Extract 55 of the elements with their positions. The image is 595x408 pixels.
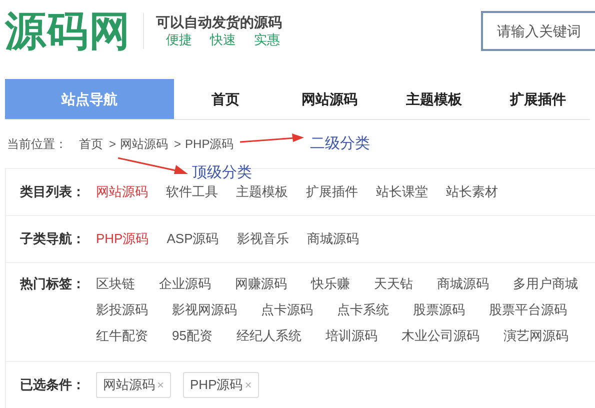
breadcrumb-link[interactable]: PHP源码	[185, 135, 234, 153]
tag-link[interactable]: 点卡系统	[337, 297, 389, 323]
filter-label: 子类导航：	[20, 230, 86, 248]
tag-link[interactable]: 木业公司源码	[401, 323, 480, 349]
tag-link[interactable]: 演艺网源码	[503, 323, 568, 349]
chip-text: PHP源码	[190, 376, 243, 394]
tag-link[interactable]: 点卡源码	[261, 297, 313, 323]
feature-text: 实惠	[254, 31, 280, 49]
tag-link[interactable]: 企业源码	[159, 271, 211, 297]
arrow	[116, 156, 188, 176]
tag-link[interactable]: 区块链	[96, 271, 135, 297]
tag-link[interactable]: 商城源码	[437, 271, 489, 297]
chip-text: 网站源码	[103, 376, 155, 394]
tag-link[interactable]: 培训源码	[325, 323, 378, 349]
breadcrumb-link[interactable]: 网站源码	[120, 135, 168, 153]
filter-link[interactable]: PHP源码	[96, 229, 149, 249]
search-field[interactable]: 请输入关键词	[481, 11, 595, 51]
tag-link[interactable]: 网赚源码	[235, 271, 287, 297]
tag-link[interactable]: 95配资	[172, 323, 212, 349]
tag-link[interactable]: 天天钻	[374, 271, 413, 297]
tag-link[interactable]: 股票平台源码	[489, 297, 567, 323]
separator-text: >	[174, 136, 182, 153]
filter-label: 热门标签：	[20, 275, 86, 293]
tag-link[interactable]: 股票源码	[413, 297, 465, 323]
slogan: 可以自动发货的源码	[156, 13, 282, 31]
annotation-label: 二级分类	[310, 134, 370, 154]
tag-link[interactable]: 多用户商城	[513, 271, 578, 297]
nav-tab[interactable]: 首页	[174, 79, 278, 119]
breadcrumb-link[interactable]: 首页	[79, 135, 103, 153]
filter-link[interactable]: 软件工具	[166, 182, 218, 202]
filter-link[interactable]: ASP源码	[166, 229, 219, 249]
logo[interactable]: 源码网	[5, 10, 131, 52]
filter-link[interactable]: 主题模板	[236, 182, 288, 202]
nav-tab[interactable]: 网站源码	[278, 79, 382, 119]
filter-link[interactable]: 网站源码	[96, 182, 148, 202]
filter-label: 已选条件：	[20, 376, 86, 394]
tag-link[interactable]: 经纪人系统	[236, 323, 302, 349]
separator-text: >	[109, 136, 116, 153]
nav-tab[interactable]: 主题模板	[382, 79, 486, 119]
tag-link[interactable]: 红牛配资	[96, 323, 148, 349]
nav-tab[interactable]: 扩展插件	[486, 79, 590, 119]
breadcrumb-label: 当前位置：	[7, 136, 67, 153]
feature-text: 便捷	[166, 31, 192, 49]
filter-link[interactable]: 站长素材	[446, 182, 498, 202]
filter-link[interactable]: 影视音乐	[236, 229, 289, 249]
annotation-label: 顶级分类	[192, 164, 252, 182]
tag-link[interactable]: 影视网源码	[172, 297, 237, 323]
filter-link[interactable]: 扩展插件	[306, 182, 358, 202]
filter-label: 类目列表：	[20, 183, 86, 202]
tag-link[interactable]: 快乐赚	[311, 271, 350, 297]
arrow	[238, 133, 304, 145]
filter-link[interactable]: 商城源码	[306, 229, 359, 249]
filter-link[interactable]: 站长课堂	[376, 182, 428, 202]
tag-link[interactable]: 影投源码	[96, 297, 148, 323]
feature-text: 快速	[210, 31, 236, 49]
